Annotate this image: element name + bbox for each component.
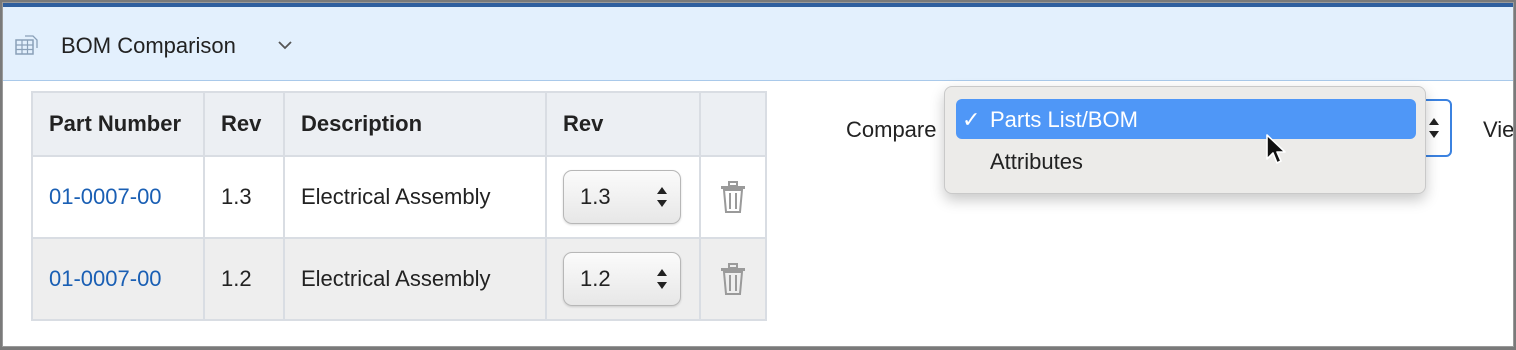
page-title[interactable]: BOM Comparison: [61, 33, 236, 59]
menu-item-attributes[interactable]: Attributes: [956, 141, 1416, 181]
column-header-actions: [699, 91, 767, 157]
rev-select-value: 1.3: [580, 184, 611, 209]
rev-select[interactable]: 1.2: [563, 252, 681, 306]
part-number-link[interactable]: 01-0007-00: [31, 155, 205, 239]
menu-item-parts-list-bom[interactable]: ✓ Parts List/BOM: [956, 99, 1416, 139]
description-cell: Electrical Assembly: [283, 155, 547, 239]
actions-cell: [699, 237, 767, 321]
menu-item-label: Parts List/BOM: [990, 107, 1138, 132]
chevron-down-icon[interactable]: [276, 36, 294, 54]
menu-item-label: Attributes: [990, 149, 1083, 174]
column-header-compare-rev[interactable]: Rev: [545, 91, 701, 157]
trash-icon[interactable]: [719, 263, 747, 295]
trash-icon[interactable]: [719, 181, 747, 213]
table-icon: [15, 35, 38, 55]
rev-select-cell: 1.3: [545, 155, 701, 239]
table-row: 01-0007-00 1.3 Electrical Assembly 1.3: [31, 155, 767, 239]
mouse-pointer-icon: [1266, 134, 1286, 164]
page-header: BOM Comparison: [3, 7, 1513, 81]
up-down-arrows-icon: [657, 187, 667, 207]
up-down-arrows-icon: [657, 269, 667, 289]
compare-label: Compare: [846, 117, 937, 142]
bom-table: Part Number Rev Description Rev 01-0007-…: [31, 91, 767, 321]
up-down-arrows-icon: [1429, 118, 1439, 138]
view-label: Vie: [1483, 117, 1514, 142]
rev-select-value: 1.2: [580, 266, 611, 291]
rev-select-cell: 1.2: [545, 237, 701, 321]
column-header-description[interactable]: Description: [283, 91, 547, 157]
column-header-rev[interactable]: Rev: [203, 91, 285, 157]
actions-cell: [699, 155, 767, 239]
check-icon: ✓: [962, 107, 981, 132]
compare-dropdown-menu: ✓ Parts List/BOM Attributes: [944, 86, 1426, 194]
table-header-row: Part Number Rev Description Rev: [31, 91, 767, 157]
part-number-link[interactable]: 01-0007-00: [31, 237, 205, 321]
rev-select[interactable]: 1.3: [563, 170, 681, 224]
column-header-part-number[interactable]: Part Number: [31, 91, 205, 157]
app-window: BOM Comparison Part Number Rev Descripti…: [2, 2, 1514, 347]
description-cell: Electrical Assembly: [283, 237, 547, 321]
rev-cell: 1.3: [203, 155, 285, 239]
rev-cell: 1.2: [203, 237, 285, 321]
table-row: 01-0007-00 1.2 Electrical Assembly 1.2: [31, 237, 767, 321]
